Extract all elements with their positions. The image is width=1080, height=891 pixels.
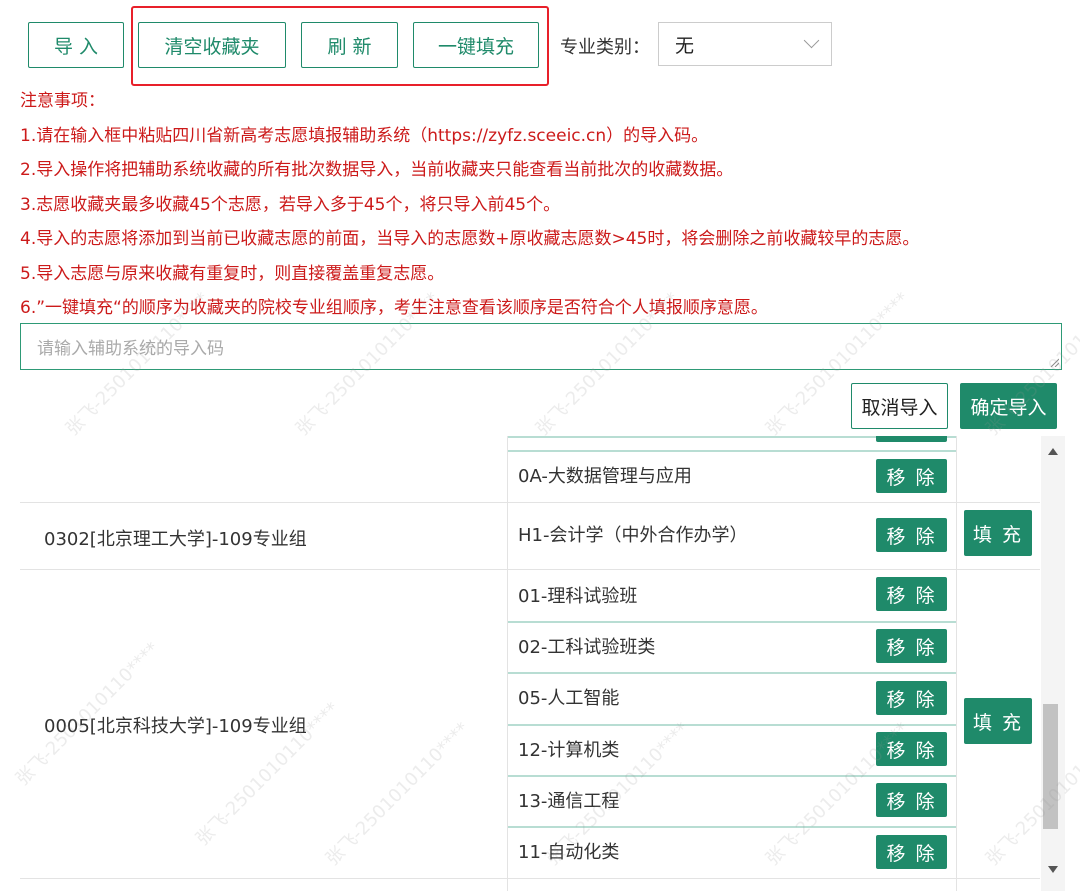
- remove-button[interactable]: 移 除: [876, 681, 947, 715]
- scrollbar-thumb[interactable]: [1043, 704, 1058, 829]
- import-code-input[interactable]: 请输入辅助系统的导入码: [20, 323, 1062, 370]
- major-name: 01-理科试验班: [518, 586, 638, 607]
- confirm-import-button[interactable]: 确定导入: [960, 383, 1057, 429]
- remove-button[interactable]: 移 除: [876, 459, 947, 493]
- fill-button[interactable]: 填 充: [964, 510, 1032, 556]
- cancel-import-button[interactable]: 取消导入: [851, 383, 948, 429]
- major-name: 02-工科试验班类: [518, 637, 656, 658]
- group-name: 0302[北京理工大学]-109专业组: [44, 529, 307, 550]
- major-divider: [508, 450, 956, 452]
- note-item: 4.导入的志愿将添加到当前已收藏志愿的前面，当导入的志愿数+原收藏志愿数>45时…: [20, 229, 920, 249]
- major-divider: [508, 724, 956, 726]
- autofill-button[interactable]: 一键填充: [413, 22, 539, 68]
- major-name: 11-自动化类: [518, 842, 620, 863]
- note-item: 6.”一键填充“的顺序为收藏夹的院校专业组顺序，考生注意查看该顺序是否符合个人填…: [20, 298, 768, 318]
- import-button[interactable]: 导 入: [28, 22, 124, 68]
- column-divider: [956, 436, 957, 891]
- column-divider: [507, 436, 508, 891]
- table-row: [20, 878, 1040, 879]
- major-name: H1-会计学（中外合作办学）: [518, 525, 748, 546]
- major-divider: [508, 775, 956, 777]
- scroll-up-icon[interactable]: [1048, 448, 1058, 455]
- group-name: 0005[北京科技大学]-109专业组: [44, 716, 307, 737]
- remove-button[interactable]: 移 除: [876, 518, 947, 552]
- remove-button[interactable]: 移 除: [876, 577, 947, 611]
- major-divider: [508, 826, 956, 828]
- major-name: 13-通信工程: [518, 791, 620, 812]
- remove-button[interactable]: [876, 436, 947, 442]
- major-name: 05-人工智能: [518, 688, 620, 709]
- note-item: 2.导入操作将把辅助系统收藏的所有批次数据导入，当前收藏夹只能查看当前批次的收藏…: [20, 160, 734, 180]
- category-label: 专业类别：: [560, 37, 650, 58]
- note-item: 3.志愿收藏夹最多收藏45个志愿，若导入多于45个，将只导入前45个。: [20, 194, 561, 215]
- scroll-down-icon[interactable]: [1048, 866, 1058, 873]
- refresh-button[interactable]: 刷 新: [301, 22, 398, 68]
- table-row: [20, 569, 1040, 570]
- remove-button[interactable]: 移 除: [876, 629, 947, 663]
- clear-favorites-button[interactable]: 清空收藏夹: [138, 22, 286, 68]
- remove-button[interactable]: 移 除: [876, 783, 947, 817]
- major-divider: [508, 672, 956, 674]
- category-value: 无: [675, 34, 695, 57]
- notes-section: 注意事项： 1.请在输入框中粘贴四川省新高考志愿填报辅助系统（https://z…: [20, 84, 919, 326]
- major-name: 12-计算机类: [518, 740, 620, 761]
- fill-button[interactable]: 填 充: [964, 698, 1032, 744]
- favorites-table: 0A-大数据管理与应用 移 除 0302[北京理工大学]-109专业组 H1-会…: [20, 436, 1040, 891]
- notes-title: 注意事项：: [20, 91, 105, 111]
- resize-grip-icon[interactable]: [1049, 357, 1059, 367]
- category-select[interactable]: 无: [658, 22, 832, 66]
- table-row: [20, 502, 1040, 503]
- remove-button[interactable]: 移 除: [876, 835, 947, 869]
- remove-button[interactable]: 移 除: [876, 732, 947, 766]
- major-name: 0A-大数据管理与应用: [518, 466, 692, 487]
- import-code-placeholder: 请输入辅助系统的导入码: [37, 339, 224, 359]
- note-item: 5.导入志愿与原来收藏有重复时，则直接覆盖重复志愿。: [20, 263, 445, 284]
- chevron-down-icon: [803, 32, 820, 49]
- major-divider: [508, 621, 956, 623]
- note-item: 1.请在输入框中粘贴四川省新高考志愿填报辅助系统（https://zyfz.sc…: [20, 125, 709, 146]
